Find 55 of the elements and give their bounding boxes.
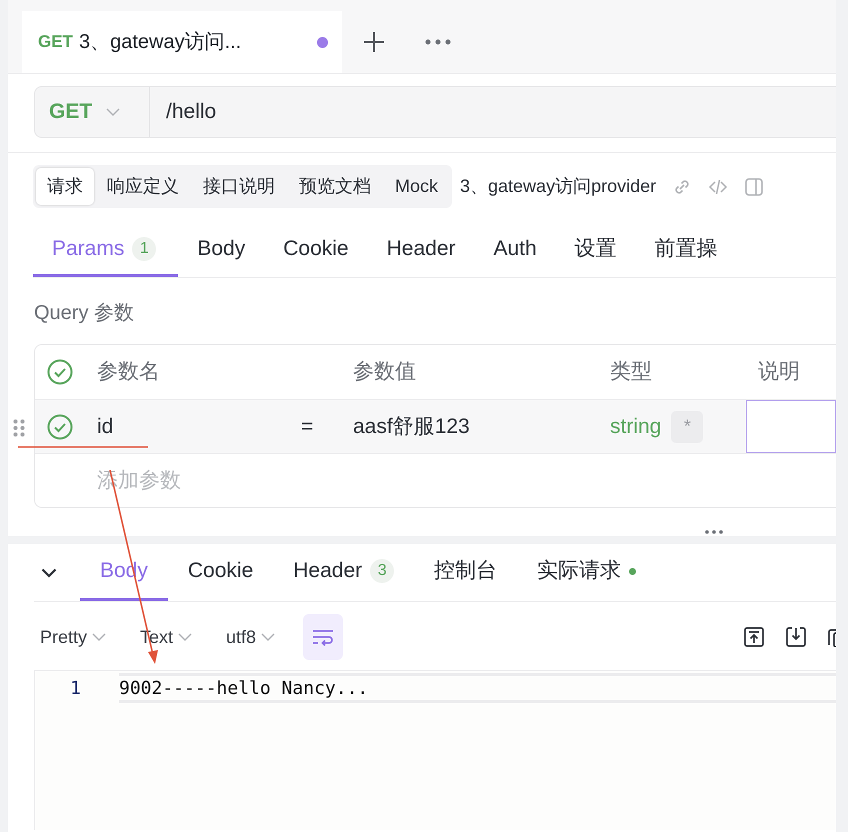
doc-tab[interactable]: 请求 <box>36 168 94 205</box>
plus-icon <box>363 31 385 53</box>
line-number: 1 <box>69 676 82 700</box>
method-label: GET <box>38 31 73 54</box>
doc-tab[interactable]: 响应定义 <box>96 168 190 205</box>
column-header: 参数名 <box>96 359 161 386</box>
doc-tab[interactable]: Mock <box>384 168 450 205</box>
params-tab[interactable]: Cookie <box>264 224 368 277</box>
export-icon <box>744 627 764 647</box>
equals-sign: = <box>300 414 314 440</box>
chevron-down-icon <box>92 632 106 642</box>
panel-icon <box>744 176 764 196</box>
chevron-down-icon <box>178 632 192 642</box>
response-tab[interactable]: Cookie <box>168 544 274 601</box>
section-title: Query 参数 <box>34 301 136 326</box>
drag-handle-icon[interactable] <box>705 530 723 534</box>
description-field[interactable] <box>746 400 836 453</box>
panel-button[interactable] <box>744 176 764 196</box>
wrap-lines-icon <box>312 628 334 646</box>
more-icon <box>425 39 451 45</box>
column-header: 类型 <box>609 359 653 386</box>
download-button[interactable] <box>786 627 806 647</box>
code-line: 9002-----hello Nancy... <box>119 673 836 703</box>
response-tab[interactable]: 实际请求 <box>517 544 656 601</box>
checkbox[interactable] <box>47 414 73 440</box>
drag-handle-icon[interactable] <box>13 419 25 437</box>
params-tab[interactable]: 设置 <box>556 224 636 277</box>
params-tab[interactable]: Params 1 <box>33 224 178 277</box>
tab-title: 3、gateway访问... <box>78 30 242 55</box>
export-button[interactable] <box>744 627 764 647</box>
url-field[interactable]: /hello <box>150 96 836 128</box>
count-badge: 1 <box>132 237 156 261</box>
params-tab[interactable]: 前置操 <box>636 224 737 277</box>
wrap-button[interactable] <box>303 614 344 660</box>
column-header: 说明 <box>757 359 801 386</box>
param-name[interactable]: id <box>85 410 291 442</box>
params-tab[interactable]: Auth <box>474 224 556 277</box>
doc-tab[interactable]: 预览文档 <box>288 168 382 205</box>
doc-tab[interactable]: 接口说明 <box>192 168 286 205</box>
column-header: 参数值 <box>352 359 417 386</box>
response-tab[interactable]: Header 3 <box>273 544 414 601</box>
chevron-down-icon <box>261 632 276 642</box>
params-tab[interactable]: Body <box>178 224 264 277</box>
params-tab[interactable]: Header <box>368 224 474 277</box>
download-icon <box>786 627 806 647</box>
chevron-down-icon <box>106 108 120 116</box>
checkbox[interactable] <box>47 359 73 385</box>
request-tab[interactable]: GET 3、gateway访问... <box>22 11 342 73</box>
response-tab[interactable]: 控制台 <box>414 544 518 601</box>
param-value[interactable]: aasf舒服123 <box>341 410 598 442</box>
format-select[interactable]: Pretty <box>34 624 112 650</box>
chevron-down-icon <box>41 568 57 578</box>
api-name: 3、gateway访问provider <box>460 175 656 198</box>
count-badge: 3 <box>370 559 394 583</box>
format-select[interactable]: utf8 <box>220 624 282 650</box>
